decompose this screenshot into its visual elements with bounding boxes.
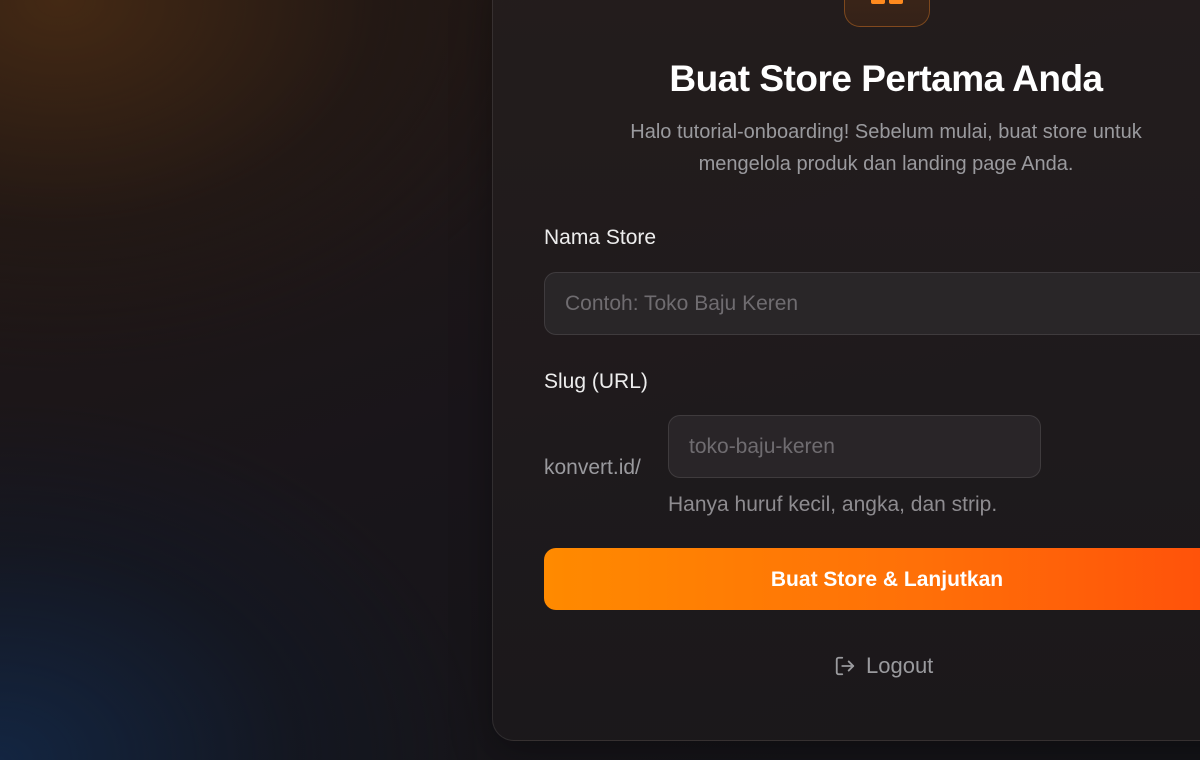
create-store-button-label: Buat Store & Lanjutkan xyxy=(770,568,1004,591)
slug-label: Slug (URL) xyxy=(544,370,648,393)
page-subtitle: Halo tutorial-onboarding! Sebelum mulai,… xyxy=(560,116,1200,180)
store-name-input[interactable] xyxy=(544,272,1200,335)
logout-icon xyxy=(834,655,856,677)
slug-input[interactable] xyxy=(668,415,1041,478)
create-store-button[interactable]: Buat Store & Lanjutkan xyxy=(544,548,1200,610)
subtitle-line-1: Halo tutorial-onboarding! Sebelum mulai,… xyxy=(630,121,1142,143)
page-title: Buat Store Pertama Anda xyxy=(669,58,1103,99)
slug-hint: Hanya huruf kecil, angka, dan strip. xyxy=(668,493,998,516)
logout-label: Logout xyxy=(866,653,934,678)
logout-button[interactable]: Logout xyxy=(834,653,933,679)
subtitle-line-2: mengelola produk dan landing page Anda. xyxy=(698,153,1074,175)
slug-prefix: konvert.id/ xyxy=(544,456,641,479)
store-logo-icon xyxy=(844,0,930,27)
store-name-label: Nama Store xyxy=(544,226,657,249)
